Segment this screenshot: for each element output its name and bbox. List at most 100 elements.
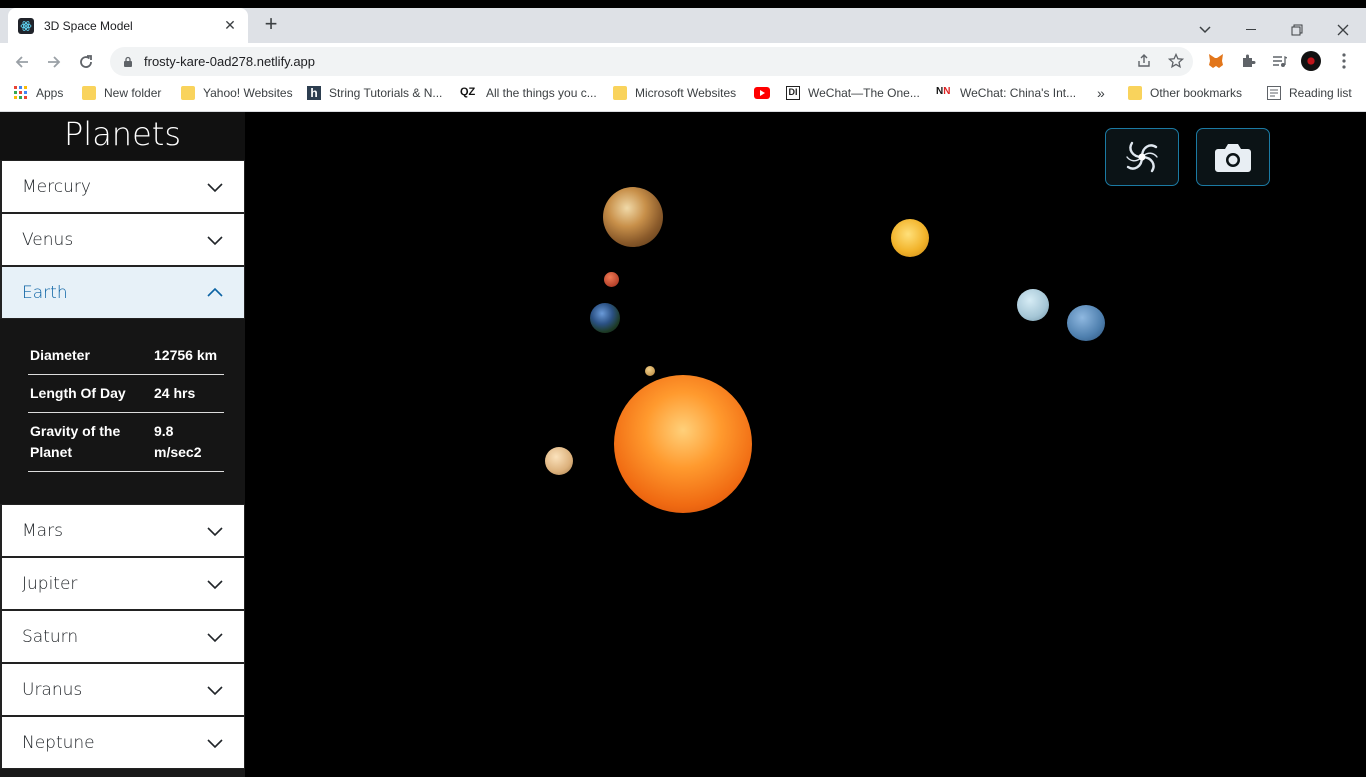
chevron-down-icon <box>207 526 223 536</box>
jupiter-planet[interactable] <box>603 187 663 247</box>
reading-list-icon <box>1267 86 1281 100</box>
accordion-label: Venus <box>22 229 74 250</box>
chevron-up-icon <box>207 287 223 297</box>
forward-arrow-icon[interactable] <box>41 49 67 75</box>
accordion-item-earth[interactable]: Earth <box>0 266 245 319</box>
accordion-item-mars[interactable]: Mars <box>0 504 245 557</box>
accordion-label: Jupiter <box>22 573 78 594</box>
chevron-down-icon <box>207 235 223 245</box>
bookmark-label: Microsoft Websites <box>635 86 737 100</box>
earth-planet[interactable] <box>590 303 620 333</box>
bookmark-label: New folder <box>104 86 162 100</box>
h-site-icon: h <box>307 86 321 100</box>
detail-key: Gravity of the Planet <box>28 412 152 472</box>
mars-planet[interactable] <box>604 272 619 287</box>
bookmark-star-icon[interactable] <box>1166 51 1186 71</box>
accordion-item-uranus[interactable]: Uranus <box>0 663 245 716</box>
folder-icon <box>613 86 627 100</box>
sun[interactable] <box>614 375 752 513</box>
browser-menu-icon[interactable] <box>1334 51 1354 71</box>
bookmark-label: All the things you c... <box>486 86 597 100</box>
lock-icon <box>124 56 132 67</box>
neptune-planet[interactable] <box>1067 305 1105 341</box>
new-tab-button[interactable]: + <box>260 13 282 36</box>
accordion-label: Neptune <box>22 732 95 753</box>
close-tab-icon[interactable]: ✕ <box>222 17 238 34</box>
accordion-item-saturn[interactable]: Saturn <box>0 610 245 663</box>
accordion-item-venus[interactable]: Venus <box>0 213 245 266</box>
uranus-planet[interactable] <box>1017 289 1049 321</box>
bookmark-wechat-the-one[interactable]: DI WeChat—The One... <box>786 84 920 102</box>
table-row: Gravity of the Planet 9.8 m/sec2 <box>28 412 224 472</box>
folder-icon <box>1128 86 1142 100</box>
bookmark-label: Other bookmarks <box>1150 86 1243 100</box>
detail-key: Length Of Day <box>28 374 152 413</box>
metamask-icon[interactable] <box>1206 51 1226 71</box>
window-top-edge <box>0 0 1366 8</box>
mercury-planet[interactable] <box>645 366 655 376</box>
accordion-label: Uranus <box>22 679 83 700</box>
react-icon <box>18 17 34 34</box>
earth-details-panel: Diameter 12756 km Length Of Day 24 hrs G… <box>0 319 245 504</box>
bookmark-label: String Tutorials & N... <box>329 86 443 100</box>
reload-icon[interactable] <box>73 49 99 75</box>
bookmark-reading-list[interactable]: Reading list <box>1267 84 1352 102</box>
accordion-item-neptune[interactable]: Neptune <box>0 716 245 769</box>
saturn-planet[interactable] <box>545 447 573 475</box>
accordion-label: Earth <box>22 282 68 303</box>
apps-grid-icon <box>14 86 27 99</box>
bookmark-youtube[interactable] <box>754 84 778 102</box>
bookmark-label: Apps <box>36 86 64 100</box>
accordion-item-jupiter[interactable]: Jupiter <box>0 557 245 610</box>
bookmark-label: Yahoo! Websites <box>203 86 293 100</box>
close-window-button[interactable] <box>1320 16 1366 44</box>
share-icon[interactable] <box>1134 51 1154 71</box>
more-bookmarks-icon[interactable]: » <box>1097 84 1105 102</box>
detail-value: 24 hrs <box>152 374 224 413</box>
bookmark-other-bookmarks[interactable]: Other bookmarks <box>1128 84 1242 102</box>
profile-avatar[interactable] <box>1301 51 1321 71</box>
bookmark-all-the-things[interactable]: QZ All the things you c... <box>460 84 597 102</box>
folder-icon <box>181 86 195 100</box>
back-arrow-icon[interactable] <box>9 49 35 75</box>
tab-search-icon[interactable] <box>1182 16 1228 44</box>
bookmark-string-tutorials[interactable]: h String Tutorials & N... <box>307 84 442 102</box>
screenshot-camera-button[interactable] <box>1196 128 1270 186</box>
restore-button[interactable] <box>1274 16 1320 44</box>
qz-icon: QZ <box>460 86 476 98</box>
browser-tab[interactable]: 3D Space Model ✕ <box>8 8 248 43</box>
bookmark-yahoo-websites[interactable]: Yahoo! Websites <box>181 84 293 102</box>
detail-key: Diameter <box>28 337 152 375</box>
media-control-icon[interactable] <box>1269 51 1289 71</box>
galaxy-toggle-button[interactable] <box>1105 128 1179 186</box>
chevron-down-icon <box>207 685 223 695</box>
bookmark-microsoft-websites[interactable]: Microsoft Websites <box>613 84 736 102</box>
accordion-label: Mercury <box>22 176 91 197</box>
chevron-down-icon <box>207 738 223 748</box>
bookmark-wechat-china[interactable]: NN WeChat: China's Int... <box>936 84 1076 102</box>
accordion-item-mercury[interactable]: Mercury <box>0 160 245 213</box>
detail-value: 9.8 m/sec2 <box>152 412 224 472</box>
nn-site-icon: NN <box>936 86 951 97</box>
table-row: Diameter 12756 km <box>28 337 224 375</box>
table-row: Length Of Day 24 hrs <box>28 374 224 413</box>
galaxy-icon <box>1126 141 1158 173</box>
earth-details-table: Diameter 12756 km Length Of Day 24 hrs G… <box>28 337 224 472</box>
bookmark-label: WeChat—The One... <box>808 86 920 100</box>
chevron-down-icon <box>207 579 223 589</box>
minimize-button[interactable] <box>1228 16 1274 44</box>
planets-sidebar: Planets Mercury Venus Earth Diameter 127… <box>0 112 245 777</box>
address-bar[interactable]: frosty-kare-0ad278.netlify.app <box>110 47 1193 76</box>
youtube-icon <box>754 87 770 99</box>
di-site-icon: DI <box>786 86 800 100</box>
bookmark-apps[interactable]: Apps <box>14 84 63 102</box>
space-scene-canvas[interactable] <box>245 112 1366 777</box>
bookmark-label: Reading list <box>1289 86 1352 100</box>
browser-toolbar: frosty-kare-0ad278.netlify.app <box>0 43 1366 80</box>
folder-icon <box>82 86 96 100</box>
extensions-puzzle-icon[interactable] <box>1238 51 1258 71</box>
bookmarks-bar: Apps New folder Yahoo! Websites h String… <box>0 80 1366 106</box>
chevron-down-icon <box>207 182 223 192</box>
venus-planet[interactable] <box>891 219 929 257</box>
bookmark-new-folder[interactable]: New folder <box>82 84 161 102</box>
